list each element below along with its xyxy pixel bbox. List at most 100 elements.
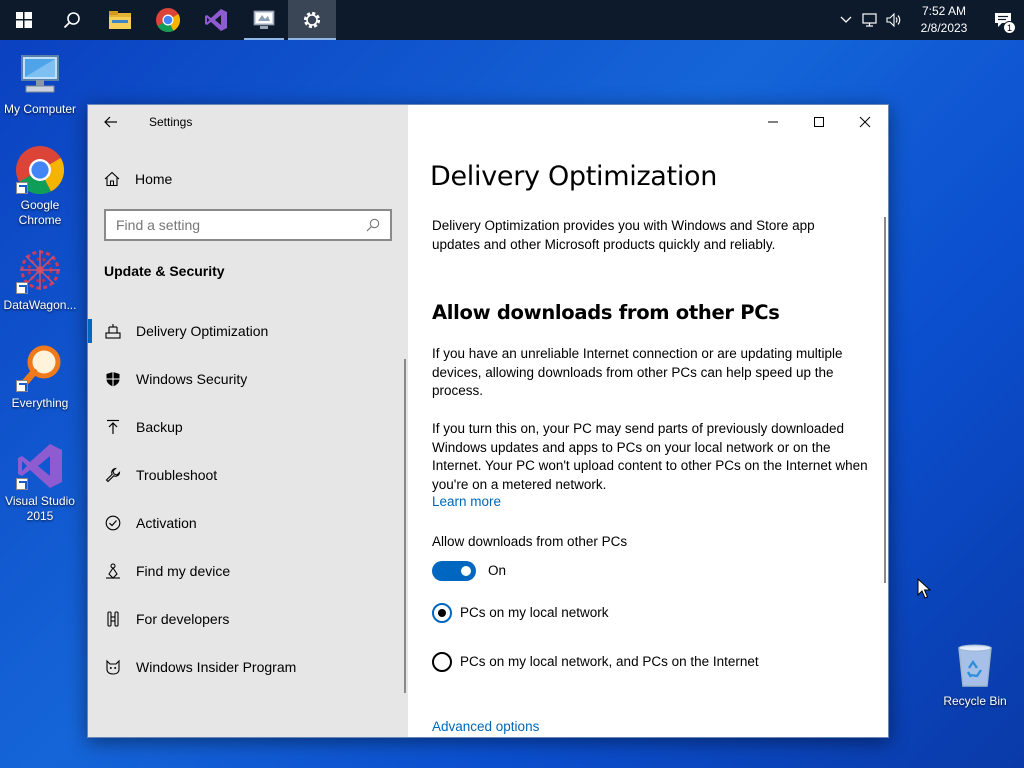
section-subheading: Allow downloads from other PCs xyxy=(432,301,780,324)
recycle-bin-icon xyxy=(958,644,992,687)
network-button[interactable] xyxy=(858,0,882,40)
system-tray: 7:52 AM 2/8/2023 1 xyxy=(834,0,1024,40)
back-button[interactable] xyxy=(88,105,134,139)
window-title: Settings xyxy=(149,115,193,129)
desktop-icon-my-computer[interactable]: My Computer xyxy=(0,50,80,117)
notification-count-badge: 1 xyxy=(1003,21,1016,34)
wrench-icon xyxy=(104,467,122,483)
desktop-icon-label: Visual Studio 2015 xyxy=(5,494,75,523)
desktop-icon-label: Google Chrome xyxy=(18,198,62,227)
shortcut-arrow-icon xyxy=(16,380,28,392)
radio-local-and-internet[interactable] xyxy=(432,652,452,672)
nav-home[interactable]: Home xyxy=(104,167,172,191)
radio-label: PCs on my local network xyxy=(460,604,609,620)
sidebar-scrollbar[interactable] xyxy=(404,359,406,693)
maximize-button[interactable] xyxy=(796,105,842,139)
mouse-cursor-icon xyxy=(917,578,931,599)
search-button[interactable] xyxy=(48,0,96,40)
title-bar[interactable]: Settings xyxy=(88,105,408,139)
shortcut-arrow-icon xyxy=(16,182,28,194)
section-heading: Update & Security xyxy=(104,263,225,279)
nav-home-label: Home xyxy=(135,171,173,187)
backup-icon xyxy=(104,419,122,435)
settings-icon xyxy=(303,11,321,29)
desktop-icon-label: Recycle Bin xyxy=(943,694,1007,708)
desktop-icon-recycle-bin[interactable]: Recycle Bin xyxy=(935,642,1015,709)
shield-icon xyxy=(104,371,122,387)
description-text-2: If you turn this on, your PC may send pa… xyxy=(432,421,868,492)
desktop-icon-label: Everything xyxy=(11,396,69,410)
visual-studio-icon xyxy=(205,9,227,31)
nav-item-windows-insider[interactable]: Windows Insider Program xyxy=(88,643,408,691)
clock-time: 7:52 AM xyxy=(921,4,967,18)
desktop-icon-google-chrome[interactable]: Google Chrome xyxy=(0,146,80,228)
radio-local-network[interactable] xyxy=(432,603,452,623)
toggle-state-label: On xyxy=(488,562,507,578)
search-input[interactable] xyxy=(116,217,366,233)
start-icon xyxy=(16,12,32,28)
close-button[interactable] xyxy=(842,105,888,139)
file-explorer-icon xyxy=(109,11,131,29)
desktop-icon-everything[interactable]: Everything xyxy=(0,344,80,411)
nav-item-delivery-optimization[interactable]: Delivery Optimization xyxy=(88,307,408,355)
nav-item-label: Activation xyxy=(136,515,197,531)
advanced-options-link[interactable]: Advanced options xyxy=(432,719,539,734)
maximize-icon xyxy=(814,117,824,127)
minimize-button[interactable] xyxy=(750,105,796,139)
nav-item-windows-security[interactable]: Windows Security xyxy=(88,355,408,403)
nav-item-activation[interactable]: Activation xyxy=(88,499,408,547)
taskbar-file-explorer[interactable] xyxy=(96,0,144,40)
radio-label: PCs on my local network, and PCs on the … xyxy=(460,653,759,669)
nav-list: Delivery Optimization Windows Security B… xyxy=(88,307,408,691)
start-button[interactable] xyxy=(0,0,48,40)
nav-item-label: Delivery Optimization xyxy=(136,323,269,339)
desktop-icon-label: DataWagon... xyxy=(3,298,77,312)
intro-text: Delivery Optimization provides you with … xyxy=(432,218,815,252)
nav-item-label: Troubleshoot xyxy=(136,467,218,483)
shortcut-arrow-icon xyxy=(16,478,28,490)
taskbar-chrome[interactable] xyxy=(144,0,192,40)
radio-local-and-internet-row[interactable]: PCs on my local network, and PCs on the … xyxy=(432,652,759,672)
remote-desktop-icon xyxy=(253,10,275,29)
clock[interactable]: 7:52 AM 2/8/2023 xyxy=(912,3,976,37)
nav-item-label: Windows Insider Program xyxy=(136,659,297,675)
search-icon xyxy=(63,12,80,29)
description-text-1: If you have an unreliable Internet conne… xyxy=(432,346,843,398)
taskbar-settings[interactable] xyxy=(288,0,336,40)
nav-item-find-my-device[interactable]: Find my device xyxy=(88,547,408,595)
nav-item-label: Backup xyxy=(136,419,183,435)
chrome-icon xyxy=(156,8,180,32)
search-icon xyxy=(366,218,380,232)
learn-more-link[interactable]: Learn more xyxy=(432,494,501,509)
allow-downloads-toggle-row: On xyxy=(432,561,506,581)
nav-item-backup[interactable]: Backup xyxy=(88,403,408,451)
caption-buttons xyxy=(750,105,888,139)
action-center-button[interactable]: 1 xyxy=(982,0,1024,40)
nav-item-label: Windows Security xyxy=(136,371,248,387)
nav-item-troubleshoot[interactable]: Troubleshoot xyxy=(88,451,408,499)
developer-icon xyxy=(104,611,122,627)
chevron-up-icon xyxy=(840,16,852,23)
taskbar-visual-studio[interactable] xyxy=(192,0,240,40)
page-title: Delivery Optimization xyxy=(430,161,718,192)
nav-item-label: Find my device xyxy=(136,563,231,579)
taskbar-remote-desktop[interactable] xyxy=(240,0,288,40)
clock-date: 2/8/2023 xyxy=(920,21,968,35)
radio-local-network-row[interactable]: PCs on my local network xyxy=(432,603,609,623)
content-scrollbar[interactable] xyxy=(884,217,886,583)
volume-button[interactable] xyxy=(882,0,906,40)
shortcut-arrow-icon xyxy=(16,282,28,294)
show-hidden-icons-button[interactable] xyxy=(834,0,858,40)
desktop-icon-datawagon[interactable]: DataWagon... xyxy=(0,246,80,313)
settings-sidebar: Settings Home Update & Security xyxy=(88,105,408,737)
allow-downloads-toggle[interactable] xyxy=(432,561,476,581)
find-device-icon xyxy=(104,563,122,579)
find-setting-box[interactable] xyxy=(104,209,392,241)
settings-window: Settings Home Update & Security xyxy=(87,104,889,738)
insider-icon xyxy=(104,659,122,675)
computer-icon xyxy=(21,55,59,93)
nav-item-for-developers[interactable]: For developers xyxy=(88,595,408,643)
back-arrow-icon xyxy=(104,116,117,128)
settings-content: Delivery Optimization Delivery Optimizat… xyxy=(408,105,888,737)
desktop-icon-visual-studio[interactable]: Visual Studio 2015 xyxy=(0,442,80,524)
